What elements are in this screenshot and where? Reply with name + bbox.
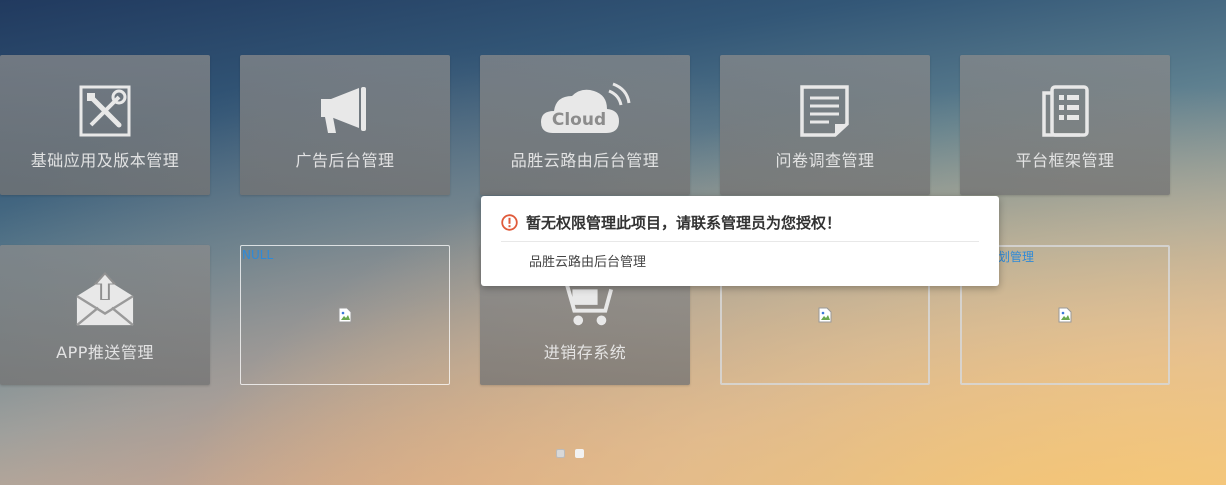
tile-null[interactable]: NULL [240,245,450,385]
document-icon [795,83,855,139]
pager-dot-1[interactable] [556,449,565,458]
tile-planning-text: 划管理 [998,250,1035,264]
pager-dot-2[interactable] [575,449,584,458]
permission-popup: 暂无权限管理此项目，请联系管理员为您授权！ 品胜云路由后台管理 [481,196,999,286]
tile-label: 品胜云路由后台管理 [510,151,660,170]
megaphone-icon [315,83,375,139]
cloud-icon: Cloud [539,81,631,137]
tile-platform-framework[interactable]: 平台框架管理 [960,55,1170,195]
broken-image-icon [818,307,832,323]
tile-cloud-router-admin[interactable]: Cloud 品胜云路由后台管理 [480,55,690,195]
mail-upload-icon [75,271,135,327]
tools-icon [75,83,135,139]
tile-label: 广告后台管理 [295,151,395,170]
popup-body: 品胜云路由后台管理 [529,255,647,270]
tile-label: 平台框架管理 [1015,151,1115,170]
tile-label: APP推送管理 [56,343,154,362]
cloud-icon-text: Cloud [552,110,606,130]
tile-app-push[interactable]: APP推送管理 [0,245,210,385]
popup-title: 暂无权限管理此项目，请联系管理员为您授权！ [526,214,842,232]
popup-header: 暂无权限管理此项目，请联系管理员为您授权！ [501,212,841,233]
broken-image-icon [1058,307,1072,323]
tile-label: 进销存系统 [543,343,627,362]
tile-ad-management[interactable]: 广告后台管理 [240,55,450,195]
list-icon [1035,83,1095,139]
tile-null-text: NULL [242,248,274,262]
warning-icon [501,214,518,231]
tile-label: 基础应用及版本管理 [30,151,180,170]
popup-divider [501,241,979,242]
tile-label: 问卷调查管理 [775,151,875,170]
tile-basic-app-version[interactable]: 基础应用及版本管理 [0,55,210,195]
broken-image-icon [338,307,352,323]
tile-survey-management[interactable]: 问卷调查管理 [720,55,930,195]
pager [556,449,584,458]
desktop: 基础应用及版本管理 广告后台管理 Cloud 品胜云路由后台管理 问卷调查管理 … [0,0,1226,485]
